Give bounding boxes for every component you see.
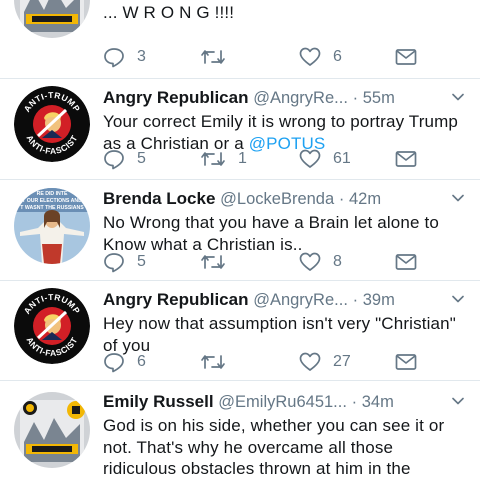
user-handle[interactable]: @AngryRe...	[253, 89, 348, 107]
tweet[interactable]: ... W R O N G !!!! 3 6	[0, 0, 480, 79]
tweet-header: Emily Russell @EmilyRu6451... · 34m	[103, 389, 470, 415]
tweet-actions: 5 8	[103, 250, 473, 274]
reply-button[interactable]: 3	[103, 45, 146, 69]
like-count: 27	[333, 353, 351, 370]
heart-icon	[299, 47, 321, 66]
jesus-meme-icon: RE DID INTE T OUR ELECTIONS AND T WASNT …	[14, 188, 90, 264]
timestamp: · 34m	[351, 393, 394, 411]
reply-count: 6	[137, 353, 146, 370]
envelope-icon	[395, 49, 417, 65]
heart-icon	[299, 149, 321, 168]
chevron-down-icon[interactable]	[452, 194, 464, 202]
envelope-icon	[395, 151, 417, 167]
tweet[interactable]: ANTI-TRUMP ANTI-FASCIST Angry Republican…	[0, 79, 480, 180]
envelope-icon	[395, 354, 417, 370]
display-name[interactable]: Angry Republican	[103, 290, 248, 309]
envelope-icon	[395, 254, 417, 270]
tweet[interactable]: Emily Russell @EmilyRu6451... · 34m God …	[0, 381, 480, 480]
chevron-down-icon[interactable]	[452, 93, 464, 101]
like-count: 6	[333, 48, 342, 65]
reply-icon	[104, 253, 124, 273]
retweet-count: 1	[238, 150, 247, 167]
direct-message-button[interactable]	[395, 350, 417, 374]
svg-text:T OUR ELECTIONS AND: T OUR ELECTIONS AND	[22, 198, 82, 204]
display-name[interactable]: Angry Republican	[103, 88, 248, 107]
like-count: 8	[333, 253, 342, 270]
chevron-down-icon[interactable]	[452, 397, 464, 405]
timestamp: · 42m	[338, 190, 382, 208]
timestamp: · 39m	[352, 291, 395, 309]
tweet[interactable]: RE DID INTE T OUR ELECTIONS AND T WASNT …	[0, 180, 480, 281]
reply-button[interactable]: 5	[103, 250, 146, 274]
direct-message-button[interactable]	[395, 250, 417, 274]
display-name[interactable]: Brenda Locke	[103, 189, 215, 208]
reply-icon	[104, 150, 124, 170]
direct-message-button[interactable]	[395, 147, 417, 171]
reply-count: 5	[137, 253, 146, 270]
reply-count: 3	[137, 48, 146, 65]
tweet-feed: ... W R O N G !!!! 3 6 ANTI-TRUMP ANTI-F…	[0, 0, 480, 480]
avatar[interactable]	[14, 392, 90, 468]
like-button[interactable]: 61	[299, 147, 351, 171]
anti-trump-logo-icon: ANTI-TRUMP ANTI-FASCIST	[14, 86, 90, 162]
retweet-button[interactable]	[200, 45, 238, 69]
retweet-button[interactable]	[200, 350, 238, 374]
avatar[interactable]: ANTI-TRUMP ANTI-FASCIST	[14, 288, 90, 364]
tweet-actions: 5 1 61	[103, 147, 473, 171]
chevron-down-icon[interactable]	[452, 295, 464, 303]
tweet-actions: 6 27	[103, 350, 473, 374]
like-button[interactable]: 27	[299, 350, 351, 374]
user-handle[interactable]: @LockeBrenda	[220, 190, 334, 208]
like-count: 61	[333, 150, 351, 167]
avatar[interactable]	[14, 0, 90, 38]
heart-icon	[299, 252, 321, 271]
tweet-header: Brenda Locke @LockeBrenda · 42m	[103, 186, 470, 212]
svg-text:RE DID INTE: RE DID INTE	[37, 191, 68, 197]
like-button[interactable]: 6	[299, 45, 342, 69]
pittsburgh-sports-logo-icon	[14, 0, 90, 38]
tweet-header: Angry Republican @AngryRe... · 55m	[103, 85, 470, 111]
tweet-text: No Wrong that you have a Brain let alone…	[103, 213, 439, 254]
retweet-icon	[201, 152, 225, 166]
retweet-icon	[201, 255, 225, 269]
heart-icon	[299, 352, 321, 371]
tweet[interactable]: ANTI-TRUMP ANTI-FASCIST Angry Republican…	[0, 281, 480, 381]
retweet-icon	[201, 355, 225, 369]
reply-count: 5	[137, 150, 146, 167]
user-handle[interactable]: @EmilyRu6451...	[218, 393, 347, 411]
avatar[interactable]: ANTI-TRUMP ANTI-FASCIST	[14, 86, 90, 162]
retweet-icon	[201, 50, 225, 64]
retweet-button[interactable]	[200, 250, 238, 274]
pittsburgh-sports-logo-icon	[14, 392, 90, 468]
reply-icon	[104, 48, 124, 68]
tweet-text: God is on his side, whether you can see …	[103, 416, 445, 478]
timestamp: · 55m	[352, 89, 395, 107]
reply-icon	[104, 353, 124, 373]
display-name[interactable]: Emily Russell	[103, 392, 214, 411]
reply-button[interactable]: 5	[103, 147, 146, 171]
retweet-button[interactable]: 1	[200, 147, 247, 171]
anti-trump-logo-icon: ANTI-TRUMP ANTI-FASCIST	[14, 288, 90, 364]
tweet-text: ... W R O N G !!!!	[103, 3, 235, 22]
tweet-header: Angry Republican @AngryRe... · 39m	[103, 287, 470, 313]
like-button[interactable]: 8	[299, 250, 342, 274]
reply-button[interactable]: 6	[103, 350, 146, 374]
direct-message-button[interactable]	[395, 45, 417, 69]
tweet-actions: 3 6	[103, 45, 473, 69]
avatar[interactable]: RE DID INTE T OUR ELECTIONS AND T WASNT …	[14, 188, 90, 264]
user-handle[interactable]: @AngryRe...	[253, 291, 348, 309]
